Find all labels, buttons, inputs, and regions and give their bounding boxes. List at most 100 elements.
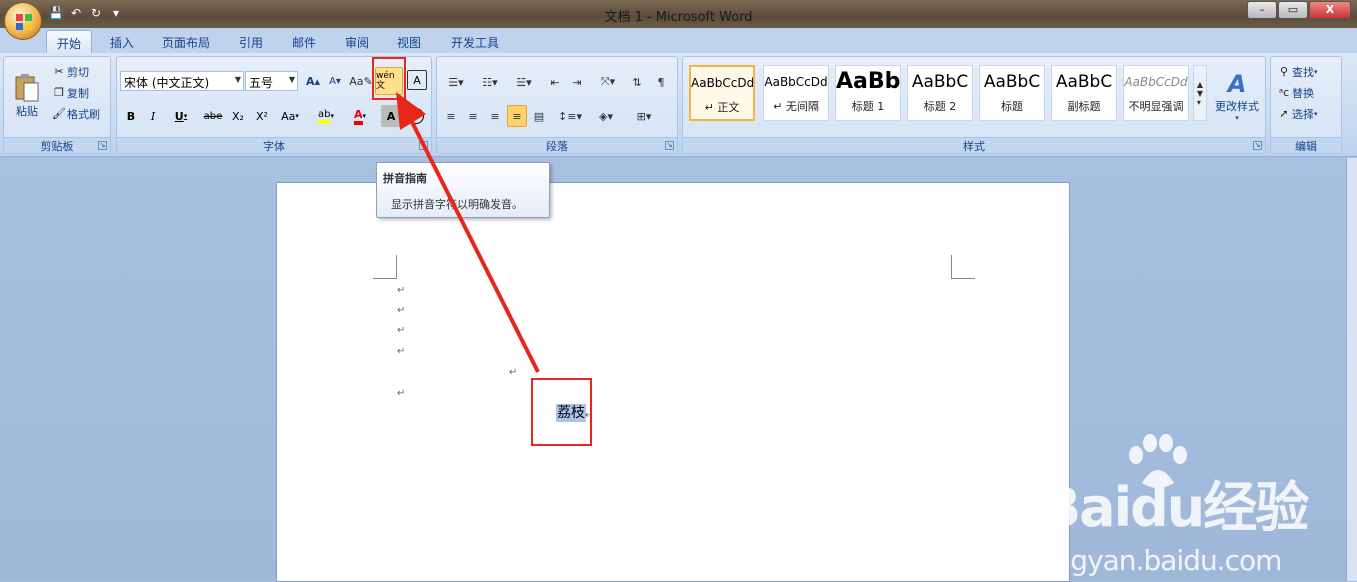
change-case-label: Aa (281, 109, 296, 123)
scissors-icon: ✂ (54, 65, 64, 78)
copy-button[interactable]: ❐ 复制 (50, 82, 108, 104)
underline-label: U (174, 109, 184, 123)
increase-indent-button[interactable]: ⇥ (567, 71, 587, 93)
styles-launcher-icon[interactable]: ↘ (1253, 141, 1262, 150)
clipboard-launcher-icon[interactable]: ↘ (98, 141, 107, 150)
replace-button[interactable]: ᵃc 替换 (1275, 82, 1339, 104)
numbering-icon: ☷▾ (482, 75, 498, 89)
superscript-button[interactable]: X² (251, 105, 273, 127)
select-button[interactable]: ➚ 选择 ▾ (1275, 103, 1339, 125)
subscript-button[interactable]: X₂ (227, 105, 249, 127)
style-name: 标题 1 (851, 100, 885, 113)
style-name: 不明显强调 (1128, 100, 1184, 113)
style-normal[interactable]: AaBbCcDd ↵ 正文 (689, 65, 755, 121)
style-name: ↵ 正文 (704, 101, 740, 114)
character-border-button[interactable]: A (407, 70, 427, 90)
brush-icon: 🖌 (52, 107, 66, 120)
chinese-layout-icon: ⤧▾ (600, 75, 616, 88)
copy-icon: ❐ (54, 86, 64, 99)
chinese-layout-button[interactable]: ⤧▾ (593, 71, 623, 93)
baidu-watermark: Baidu经验 jingyan.baidu.com (1040, 434, 1309, 577)
style-title[interactable]: AaBbC 标题 (979, 65, 1045, 121)
style-no-spacing[interactable]: AaBbCcDd ↵ 无间隔 (763, 65, 829, 121)
style-sample: AaBbC (983, 72, 1041, 92)
tab-home[interactable]: 开始 (46, 30, 93, 53)
highlight-button[interactable]: ab ▾ (311, 105, 341, 127)
editing-group-label: 编辑 (1271, 137, 1341, 153)
sort-button[interactable]: ⇅ (627, 71, 647, 93)
underline-button[interactable]: U ▾ (167, 105, 195, 127)
font-name-combo[interactable]: 宋体 (中文正文) ▼ (120, 71, 244, 91)
style-heading-2[interactable]: AaBbC 标题 2 (907, 65, 973, 121)
binoculars-icon: ⚲ (1279, 65, 1289, 78)
title-bar: 文档 1 - Microsoft Word 💾 ↶ ↻ ▾ – ▭ X (0, 0, 1357, 28)
bullets-icon: ☰▾ (448, 75, 464, 89)
multilevel-list-icon: ☱▾ (516, 75, 532, 89)
style-name: 副标题 (1067, 100, 1101, 113)
cut-button[interactable]: ✂ 剪切 (50, 61, 108, 83)
styles-group-label: 样式 (683, 137, 1265, 153)
qat-more-icon[interactable]: ▾ (108, 5, 124, 21)
font-size-combo[interactable]: 五号 ▼ (245, 71, 298, 91)
style-heading-1[interactable]: AaBb 标题 1 (835, 65, 901, 121)
office-button[interactable] (4, 2, 42, 40)
style-name: 标题 2 (923, 100, 957, 113)
undo-icon[interactable]: ↶ (68, 5, 84, 21)
decrease-indent-icon: ⇤ (550, 75, 560, 89)
quick-access-toolbar: 💾 ↶ ↻ ▾ (48, 5, 124, 21)
style-name: ↵ 无间隔 (773, 100, 819, 113)
borders-button[interactable]: ⊞▾ (627, 105, 661, 127)
change-styles-label: 更改样式 (1215, 100, 1259, 113)
chevron-down-icon: ▾ (1235, 114, 1239, 122)
style-subtitle[interactable]: AaBbC 副标题 (1051, 65, 1117, 121)
tab-developer[interactable]: 开发工具 (441, 30, 509, 53)
style-sample: AaBbCcDd (1124, 75, 1188, 89)
italic-button[interactable]: I (143, 105, 163, 127)
tab-view[interactable]: 视图 (387, 30, 431, 53)
change-case-button[interactable]: Aa ▾ (275, 105, 305, 127)
styles-scroll-icon[interactable]: ▲ ▼ ▾ (1193, 65, 1207, 121)
close-button[interactable]: X (1309, 1, 1351, 19)
find-button[interactable]: ⚲ 查找 ▾ (1275, 61, 1339, 83)
font-color-icon: A (353, 108, 363, 125)
character-border-icon: A (413, 73, 421, 87)
paste-icon (15, 74, 39, 102)
redo-icon[interactable]: ↻ (88, 5, 104, 21)
style-subtle-emphasis[interactable]: AaBbCcDd 不明显强调 (1123, 65, 1189, 121)
shrink-font-icon: A (329, 75, 336, 87)
shading-button[interactable]: ◈▾ (591, 105, 621, 127)
line-spacing-button[interactable]: ↕≡▾ (555, 105, 585, 127)
increase-indent-icon: ⇥ (572, 75, 582, 89)
shrink-font-button[interactable]: A ▾ (325, 70, 345, 92)
restore-button[interactable]: ▭ (1278, 1, 1308, 19)
grow-font-icon: A (305, 74, 315, 88)
paragraph-launcher-icon[interactable]: ↘ (665, 141, 674, 150)
paint-bucket-icon: ◈▾ (599, 109, 613, 123)
font-name-value: 宋体 (中文正文) (124, 76, 210, 90)
format-painter-button[interactable]: 🖌 格式刷 (50, 103, 110, 125)
font-color-button[interactable]: A ▾ (345, 105, 375, 127)
ribbon: 粘贴 ✂ 剪切 ❐ 复制 🖌 格式刷 剪贴板 ↘ 宋体 (中文正文) ▼ 五号 ▼ A ▴ … (0, 53, 1357, 157)
dropdown-arrow-icon: ▼ (234, 75, 241, 84)
bold-button[interactable]: B (121, 105, 141, 127)
minimize-button[interactable]: – (1247, 1, 1277, 19)
change-styles-button[interactable]: A 更改样式 ▾ (1211, 61, 1263, 131)
clipboard-group: 粘贴 ✂ 剪切 ❐ 复制 🖌 格式刷 剪贴板 ↘ (3, 56, 111, 154)
strikethrough-button[interactable]: abe (201, 105, 225, 127)
tab-review[interactable]: 审阅 (335, 30, 379, 53)
save-icon[interactable]: 💾 (48, 5, 64, 21)
tab-insert[interactable]: 插入 (100, 30, 144, 53)
annotation-arrow-icon (396, 92, 540, 373)
show-marks-button[interactable]: ¶ (651, 71, 671, 93)
tab-mailings[interactable]: 邮件 (282, 30, 326, 53)
grow-font-button[interactable]: A ▴ (303, 70, 323, 92)
pilcrow-icon: ¶ (657, 75, 665, 89)
vertical-scrollbar[interactable] (1346, 158, 1357, 581)
clipboard-group-label: 剪贴板 (4, 137, 110, 153)
clear-format-button[interactable]: Aa✎ (349, 70, 372, 92)
tab-page-layout[interactable]: 页面布局 (152, 30, 220, 53)
paste-button[interactable]: 粘贴 (8, 61, 46, 131)
style-sample: AaBbCcDd (764, 75, 828, 89)
tab-references[interactable]: 引用 (229, 30, 273, 53)
style-sample: AaBb (836, 69, 900, 94)
